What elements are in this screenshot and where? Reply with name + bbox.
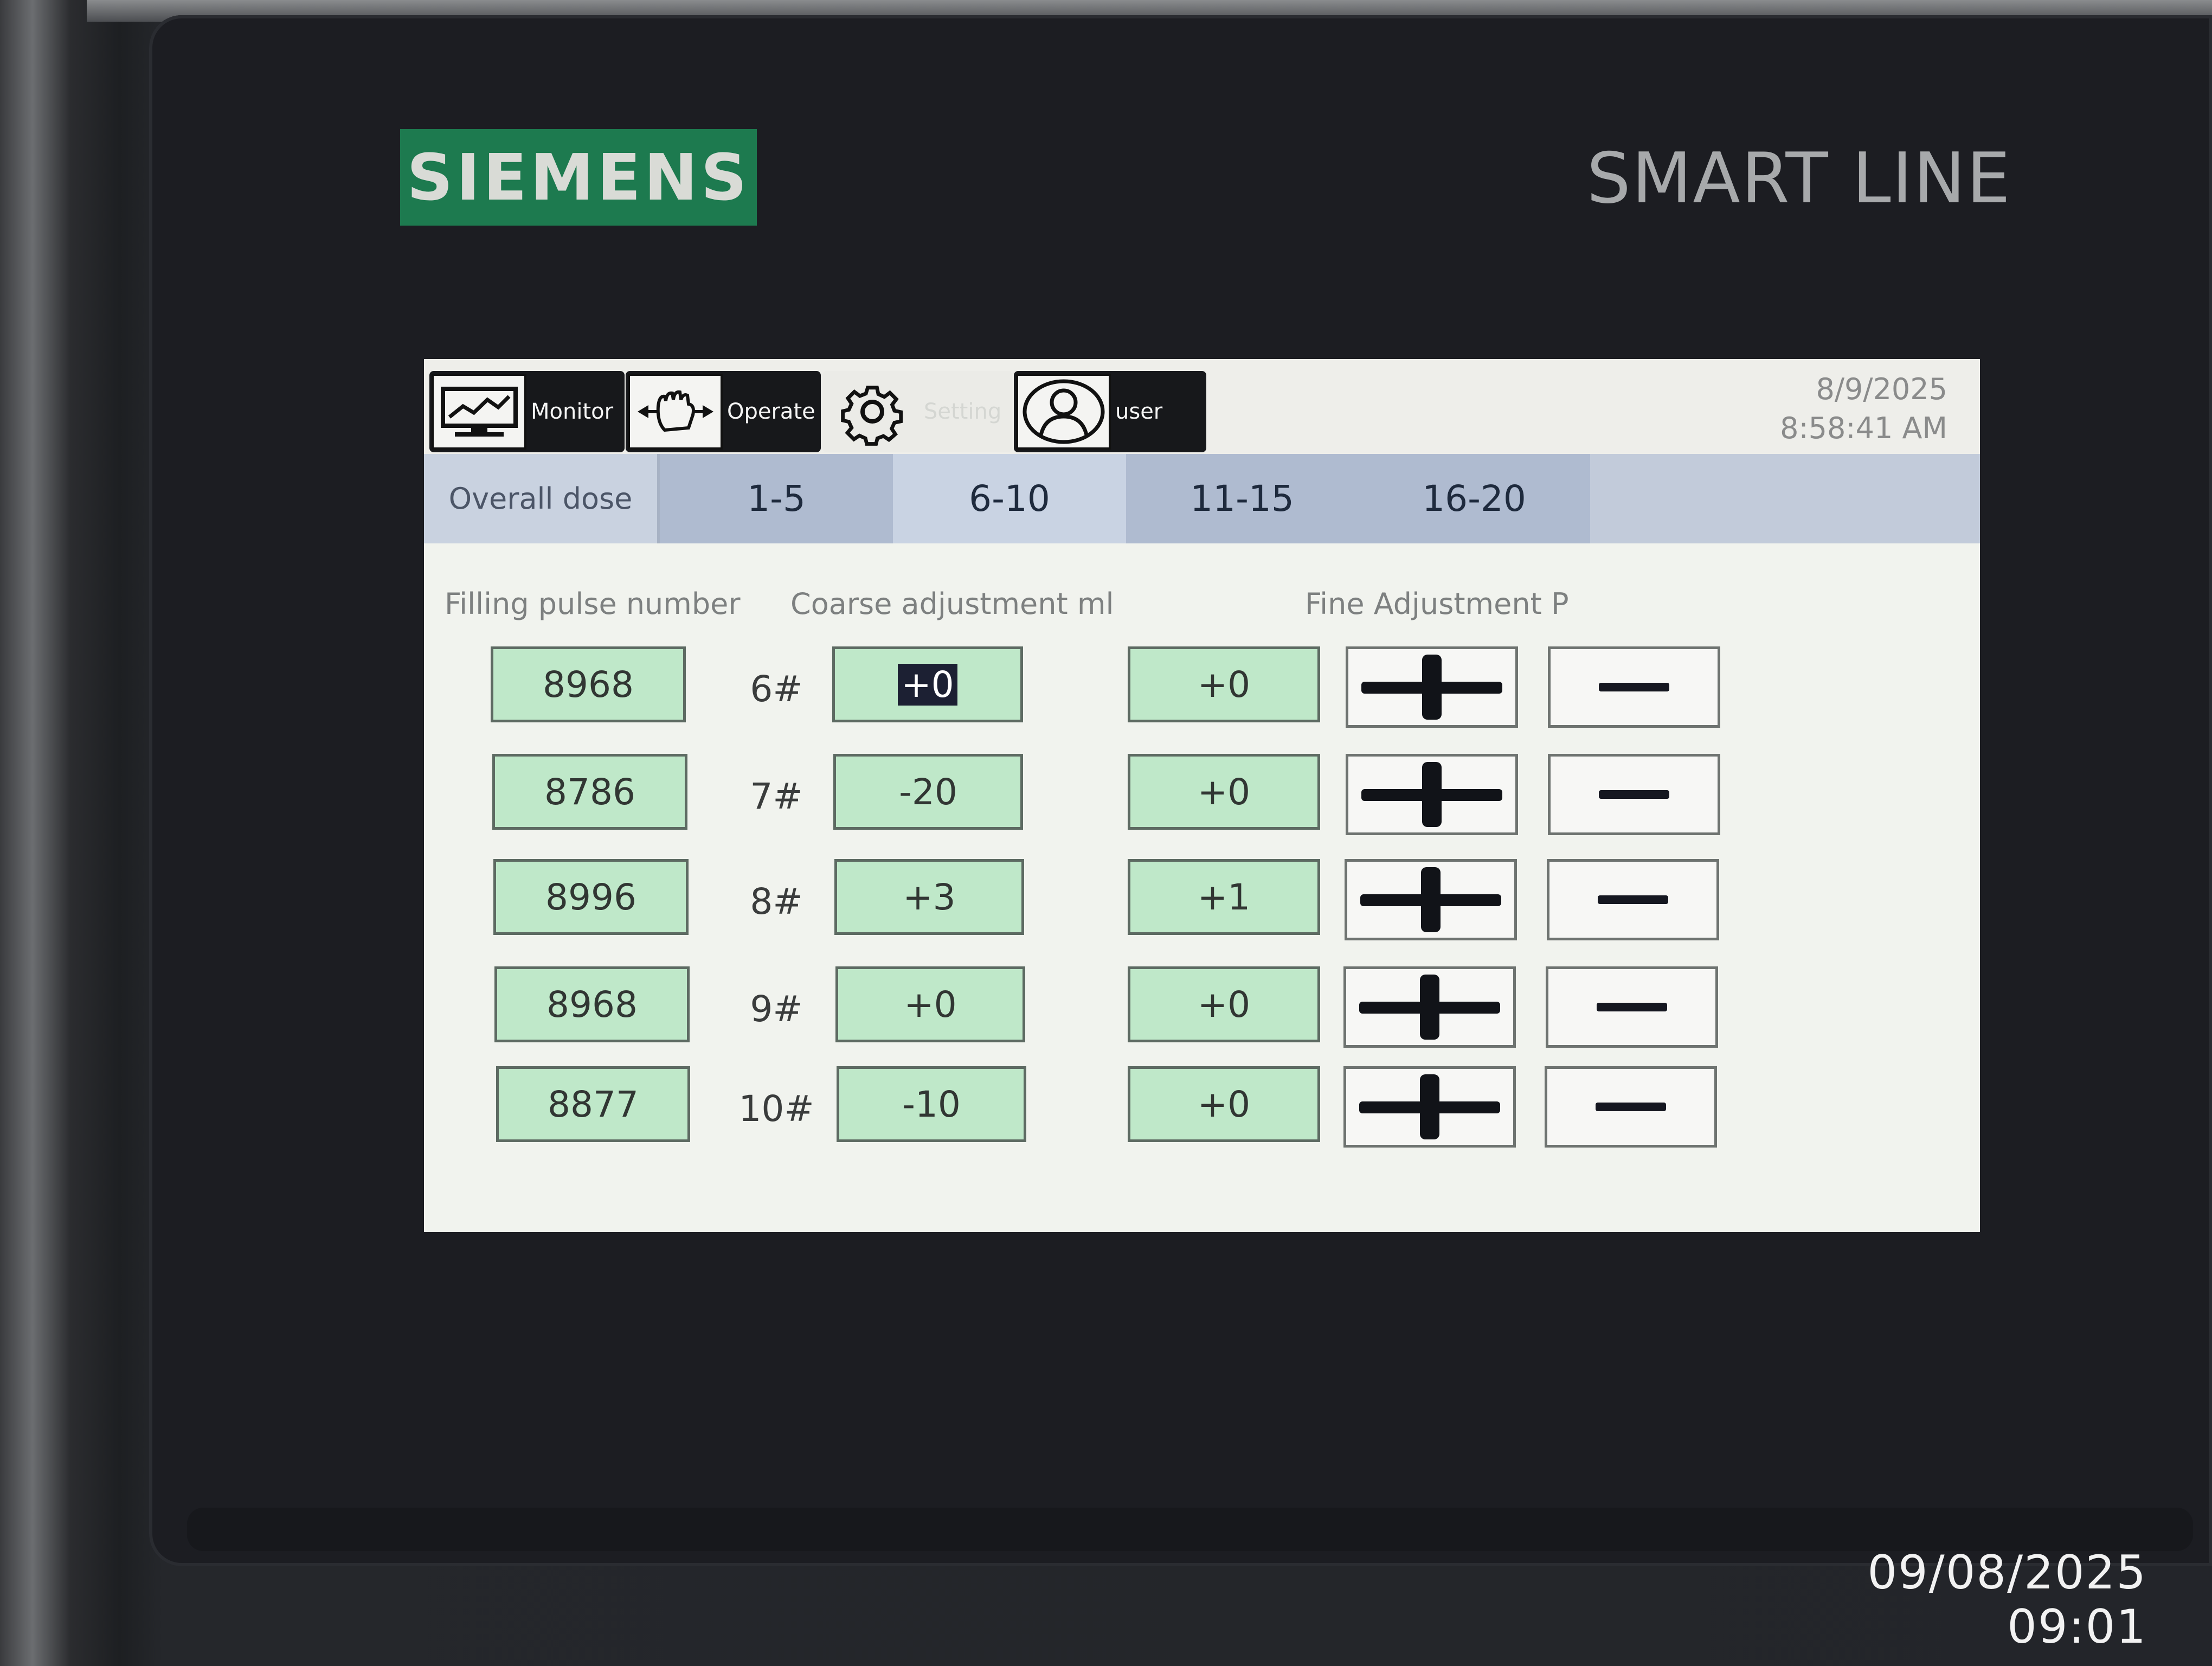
tab-1-5-label: 1-5 — [747, 478, 806, 520]
user-avatar-icon — [1016, 374, 1111, 450]
photo-timestamp: 09/08/2025 09:01 — [1867, 1546, 2147, 1654]
operate-label: Operate — [727, 399, 815, 424]
fine-adjustment-field[interactable]: +1 — [1128, 859, 1320, 935]
coarse-adjustment-value: +0 — [898, 663, 957, 706]
decrement-button[interactable] — [1548, 754, 1720, 835]
row-label: 8# — [750, 881, 803, 922]
header-coarse-adjustment: Coarse adjustment ml — [790, 587, 1114, 621]
coarse-adjustment-field[interactable]: -10 — [837, 1066, 1026, 1142]
user-label: user — [1115, 399, 1163, 424]
tab-16-20-label: 16-20 — [1422, 478, 1526, 520]
minus-icon — [1599, 683, 1669, 691]
pulse-number-field[interactable]: 8996 — [493, 859, 689, 935]
plus-icon — [1359, 975, 1500, 1040]
row-label: 7# — [750, 776, 803, 817]
coarse-adjustment-field[interactable]: -20 — [833, 754, 1023, 830]
increment-button[interactable] — [1343, 966, 1516, 1048]
decrement-button[interactable] — [1547, 859, 1719, 940]
fine-adjustment-value: +1 — [1197, 876, 1251, 918]
fine-adjustment-field[interactable]: +0 — [1128, 1066, 1320, 1142]
plus-icon — [1361, 762, 1502, 827]
hmi-screen: Monitor Operate Setting user 8/9/2025 8:… — [424, 359, 1980, 1232]
fine-adjustment-value: +0 — [1197, 1083, 1251, 1125]
pulse-number-value: 8996 — [545, 876, 636, 918]
user-button[interactable]: user — [1014, 371, 1206, 452]
minus-icon — [1598, 895, 1668, 904]
coarse-adjustment-field[interactable]: +0 — [832, 646, 1023, 722]
tab-overall-dose-label: Overall dose — [448, 482, 633, 516]
header-filling-pulse: Filling pulse number — [445, 587, 741, 621]
setting-button[interactable]: Setting — [822, 371, 1012, 452]
fine-adjustment-field[interactable]: +0 — [1128, 966, 1320, 1042]
minus-icon — [1599, 790, 1669, 799]
table-row: 8968 9# +0 +0 — [424, 966, 1980, 1048]
monitor-button[interactable]: Monitor — [429, 371, 625, 452]
coarse-adjustment-value: +0 — [904, 983, 957, 1026]
coarse-adjustment-field[interactable]: +0 — [835, 966, 1025, 1042]
monitor-trend-icon — [432, 374, 526, 450]
table-row: 8877 10# -10 +0 — [424, 1066, 1980, 1148]
fine-adjustment-field[interactable]: +0 — [1128, 754, 1320, 830]
coarse-adjustment-value: -10 — [902, 1083, 961, 1125]
setting-label: Setting — [924, 399, 1002, 424]
fine-adjustment-value: +0 — [1197, 663, 1251, 706]
coarse-adjustment-field[interactable]: +3 — [834, 859, 1024, 935]
tab-overall-dose[interactable]: Overall dose — [424, 454, 660, 543]
siemens-logo: SIEMENS — [400, 129, 757, 226]
coarse-adjustment-value: +3 — [903, 876, 956, 918]
operate-button[interactable]: Operate — [626, 371, 821, 452]
gear-icon — [825, 374, 919, 450]
tab-bar: Overall dose 1-5 6-10 11-15 16-20 — [424, 454, 1980, 543]
pulse-number-field[interactable]: 8968 — [494, 966, 690, 1042]
table-row: 8996 8# +3 +1 — [424, 859, 1980, 940]
tab-6-10[interactable]: 6-10 — [893, 454, 1126, 543]
decrement-button[interactable] — [1548, 646, 1720, 728]
increment-button[interactable] — [1345, 859, 1517, 940]
pulse-number-field[interactable]: 8877 — [496, 1066, 690, 1142]
decrement-button[interactable] — [1546, 966, 1718, 1048]
row-label: 10# — [738, 1088, 814, 1130]
tab-1-5[interactable]: 1-5 — [660, 454, 893, 543]
tab-6-10-label: 6-10 — [969, 478, 1050, 520]
tab-16-20[interactable]: 16-20 — [1358, 454, 1590, 543]
plus-icon — [1361, 655, 1502, 720]
pulse-number-value: 8968 — [546, 983, 638, 1026]
plus-icon — [1359, 1074, 1500, 1139]
decrement-button[interactable] — [1545, 1066, 1717, 1148]
pulse-number-field[interactable]: 8968 — [491, 646, 686, 722]
minus-icon — [1596, 1103, 1666, 1111]
row-label: 9# — [750, 988, 803, 1030]
top-nav-bar: Monitor Operate Setting user 8/9/2025 8:… — [424, 359, 1980, 454]
coarse-adjustment-value: -20 — [899, 771, 957, 813]
bezel-bottom-edge — [187, 1508, 2193, 1551]
header-fine-adjustment: Fine Adjustment P — [1305, 587, 1569, 621]
plus-icon — [1360, 867, 1501, 932]
tab-11-15-label: 11-15 — [1190, 478, 1294, 520]
increment-button[interactable] — [1343, 1066, 1516, 1148]
pulse-number-field[interactable]: 8786 — [492, 754, 687, 830]
hand-icon — [628, 374, 723, 450]
clock-display: 8/9/2025 8:58:41 AM — [1741, 370, 1947, 451]
pulse-number-value: 8786 — [544, 771, 635, 813]
monitor-label: Monitor — [531, 399, 614, 424]
pulse-number-value: 8877 — [548, 1083, 639, 1125]
fine-adjustment-field[interactable]: +0 — [1128, 646, 1320, 722]
table-row: 8968 6# +0 +0 — [424, 646, 1980, 728]
increment-button[interactable] — [1346, 754, 1518, 835]
clock-time: 8:58:41 AM — [1780, 411, 1947, 445]
fine-adjustment-value: +0 — [1197, 771, 1251, 813]
row-label: 6# — [750, 668, 803, 710]
clock-date: 8/9/2025 — [1816, 372, 1947, 406]
minus-icon — [1597, 1003, 1667, 1011]
pulse-number-value: 8968 — [543, 663, 634, 706]
increment-button[interactable] — [1346, 646, 1518, 728]
model-line-label: SMART LINE — [1586, 138, 2011, 219]
tab-11-15[interactable]: 11-15 — [1126, 454, 1358, 543]
fine-adjustment-value: +0 — [1197, 983, 1251, 1026]
table-row: 8786 7# -20 +0 — [424, 754, 1980, 835]
